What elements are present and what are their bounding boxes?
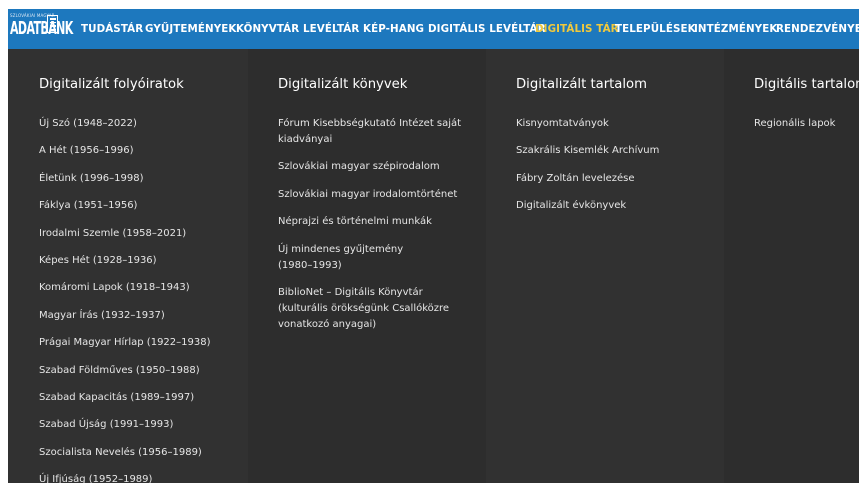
column-link-list: Új Szó (1948–2022) A Hét (1956–1996) Éle… bbox=[39, 116, 239, 483]
menu-column-digitalizalt-folyoiratok: Digitalizált folyóiratok Új Szó (1948–20… bbox=[8, 49, 248, 483]
menu-link[interactable]: Szabad Kapacitás (1989–1997) bbox=[39, 390, 239, 406]
column-link-list: Regionális lapok bbox=[754, 116, 859, 143]
nav-item-intezmenyek[interactable]: INTÉZMÉNYEK bbox=[694, 9, 777, 49]
menu-link[interactable]: Szlovákiai magyar szépirodalom bbox=[278, 159, 468, 175]
menu-link[interactable]: Irodalmi Szemle (1958–2021) bbox=[39, 226, 239, 242]
menu-column-digitalis-tartalom: Digitális tartalom Regionális lapok bbox=[724, 49, 859, 483]
menu-link[interactable]: A Hét (1956–1996) bbox=[39, 143, 239, 159]
menu-link[interactable]: Magyar Írás (1932–1937) bbox=[39, 308, 239, 324]
menu-link[interactable]: Új mindenes gyűjtemény (1980–1993) bbox=[278, 242, 418, 274]
menu-link[interactable]: Néprajzi és történelmi munkák bbox=[278, 214, 468, 230]
nav-item-kep-hang[interactable]: KÉP-HANG bbox=[363, 9, 424, 49]
column-title: Digitalizált könyvek bbox=[278, 77, 408, 92]
menu-link[interactable]: Új Ifjúság (1952–1989) bbox=[39, 472, 239, 483]
adatbank-logo[interactable]: SZLOVÁKIAI MAGYAR ADATBANK bbox=[10, 13, 73, 43]
menu-link[interactable]: Regionális lapok bbox=[754, 116, 859, 132]
menu-link[interactable]: Fórum Kisebbségkutató Intézet saját kiad… bbox=[278, 116, 468, 148]
nav-item-digitalis-tar[interactable]: DIGITÁLIS TÁR bbox=[535, 9, 619, 49]
menu-link[interactable]: Szlovákiai magyar irodalomtörténet bbox=[278, 187, 468, 203]
column-title: Digitális tartalom bbox=[754, 77, 859, 92]
menu-column-digitalizalt-tartalom: Digitalizált tartalom Kisnyomtatványok S… bbox=[486, 49, 724, 483]
column-link-list: Fórum Kisebbségkutató Intézet saját kiad… bbox=[278, 116, 478, 344]
menu-link[interactable]: Prágai Magyar Hírlap (1922–1938) bbox=[39, 335, 239, 351]
nav-item-leveltar[interactable]: LEVÉLTÁR bbox=[303, 9, 359, 49]
menu-link[interactable]: Kisnyomtatványok bbox=[516, 116, 716, 132]
nav-item-gyujtemenyek[interactable]: GYŰJTEMÉNYEK bbox=[145, 9, 237, 49]
logo-text: ADATBANK bbox=[10, 18, 73, 39]
menu-link[interactable]: Szakrális Kisemlék Archívum bbox=[516, 143, 716, 159]
menu-link[interactable]: Életünk (1996–1998) bbox=[39, 171, 239, 187]
menu-link[interactable]: Képes Hét (1928–1936) bbox=[39, 253, 239, 269]
column-title: Digitalizált folyóiratok bbox=[39, 77, 184, 92]
menu-link[interactable]: Szabad Újság (1991–1993) bbox=[39, 417, 239, 433]
menu-link[interactable]: Digitalizált évkönyvek bbox=[516, 198, 716, 214]
nav-item-tudastar[interactable]: TUDÁSTÁR bbox=[81, 9, 143, 49]
menu-link[interactable]: Fáklya (1951–1956) bbox=[39, 198, 239, 214]
column-title: Digitalizált tartalom bbox=[516, 77, 647, 92]
menu-link[interactable]: Szocialista Nevelés (1956–1989) bbox=[39, 445, 239, 461]
menu-link[interactable]: Szabad Földműves (1950–1988) bbox=[39, 363, 239, 379]
logo-book-icon bbox=[47, 15, 58, 33]
page-frame: SZLOVÁKIAI MAGYAR ADATBANK TUDÁSTÁR GYŰJ… bbox=[8, 9, 859, 483]
menu-link[interactable]: Fábry Zoltán levelezése bbox=[516, 171, 716, 187]
top-navigation-bar: SZLOVÁKIAI MAGYAR ADATBANK TUDÁSTÁR GYŰJ… bbox=[8, 9, 859, 49]
menu-link[interactable]: Komáromi Lapok (1918–1943) bbox=[39, 280, 239, 296]
nav-item-digitalis-leveltar[interactable]: DIGITÁLIS LEVÉLTÁR bbox=[428, 9, 546, 49]
menu-column-digitalizalt-konyvek: Digitalizált könyvek Fórum Kisebbségkuta… bbox=[248, 49, 486, 483]
column-link-list: Kisnyomtatványok Szakrális Kisemlék Arch… bbox=[516, 116, 716, 226]
nav-item-konyvtar[interactable]: KÖNYVTÁR bbox=[236, 9, 299, 49]
nav-item-rendezvenyek[interactable]: RENDEZVÉNYEK bbox=[776, 9, 859, 49]
menu-link[interactable]: Új Szó (1948–2022) bbox=[39, 116, 239, 132]
menu-link[interactable]: BiblioNet – Digitális Könyvtár (kulturál… bbox=[278, 285, 468, 333]
nav-item-telepulesek[interactable]: TELEPÜLÉSEK bbox=[615, 9, 696, 49]
